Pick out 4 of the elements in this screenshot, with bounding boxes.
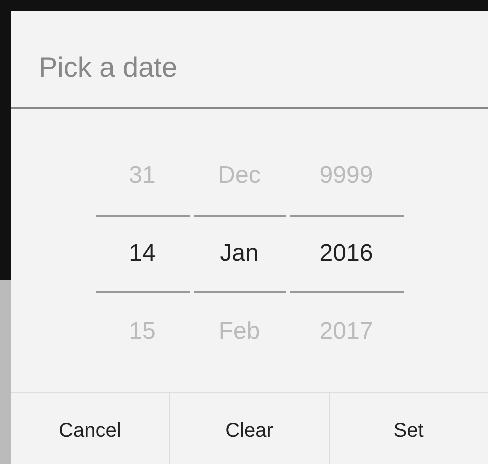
dialog-title: Pick a date <box>11 11 488 109</box>
selected-value[interactable]: 2016 <box>290 215 404 293</box>
selected-value[interactable]: 14 <box>96 215 190 293</box>
selected-value[interactable]: Jan <box>194 215 286 293</box>
